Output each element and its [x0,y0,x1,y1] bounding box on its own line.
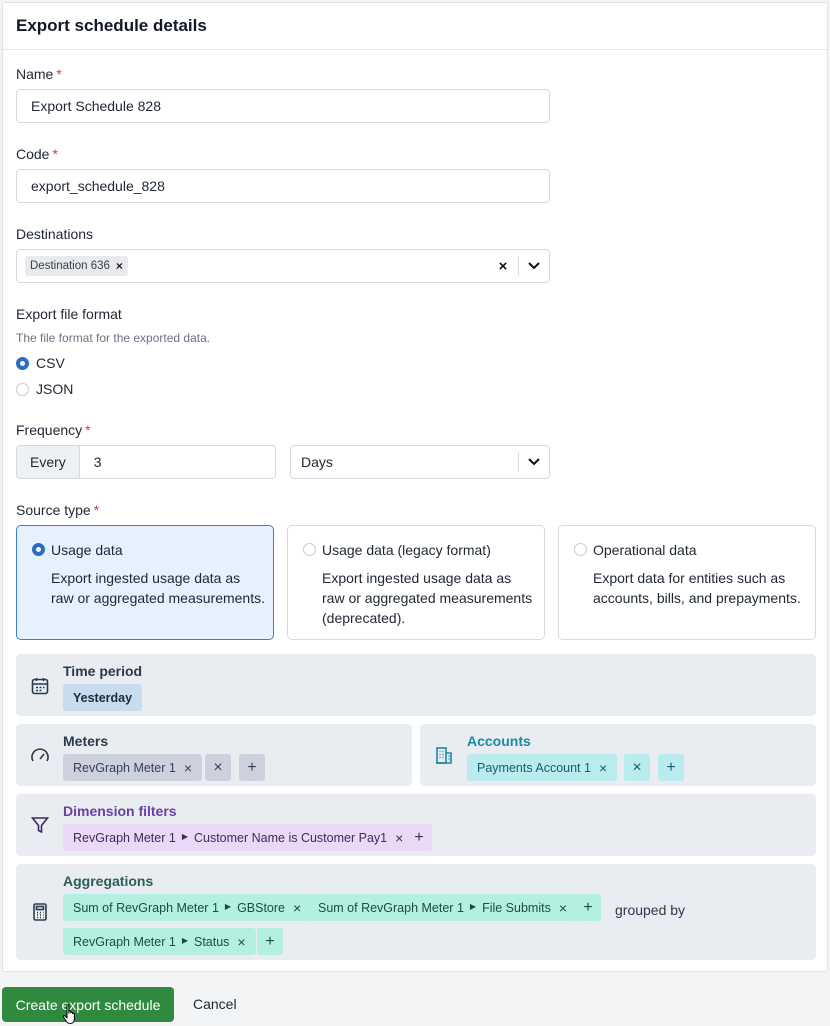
radio-unselected-icon[interactable] [303,543,316,556]
required-marker: * [85,422,91,438]
code-label: Code * [16,146,58,162]
code-input[interactable]: export_schedule_828 [16,169,550,203]
caret-right-icon: ▶ [181,832,188,841]
aggregation-chip[interactable]: Sum of RevGraph Meter 1 ▶ GBStore × [63,894,312,921]
select-controls [518,446,549,478]
account-chip[interactable]: Payments Account 1 × [467,754,618,781]
dimension-filters-title: Dimension filters [63,803,177,819]
add-dimension-filter-button[interactable]: + [406,824,432,851]
meter-chip[interactable]: RevGraph Meter 1 × [63,754,203,781]
remove-chip-icon[interactable]: × [395,830,403,846]
card-header: Export schedule details [3,3,827,50]
dimension-filter-chip[interactable]: RevGraph Meter 1 ▶ Customer Name is Custom… [63,824,414,851]
destination-chip: Destination 636 × [25,256,128,276]
select-controls: × [488,250,549,282]
file-format-label: Export file format [16,306,122,322]
add-aggregation-button[interactable]: + [575,894,601,921]
clear-accounts-button[interactable]: × [624,754,650,781]
filter-icon [30,815,50,840]
name-input[interactable]: Export Schedule 828 [16,89,550,123]
radio-selected-icon[interactable] [16,356,29,370]
time-period-title: Time period [63,663,143,679]
caret-right-icon: ▶ [181,936,188,945]
clear-meters-button[interactable]: × [205,754,231,781]
frequency-prefix: Every [17,446,80,478]
calendar-icon [30,676,50,701]
required-marker: * [56,66,62,82]
gauge-icon [30,746,50,771]
grouped-by-label: grouped by [615,902,686,918]
aggregation-chip[interactable]: Sum of RevGraph Meter 1 ▶ File Submits × [308,894,578,921]
source-option-usage-data[interactable]: Usage data Export ingested usage data as… [16,525,274,640]
create-export-schedule-button[interactable]: Create export schedule [2,987,174,1022]
radio-unselected-icon[interactable] [16,382,29,396]
time-period-panel[interactable]: Time period Yesterday [16,654,816,716]
radio-unselected-icon[interactable] [574,543,587,556]
remove-chip-icon[interactable]: × [184,760,192,776]
clear-icon[interactable]: × [488,258,518,275]
dimension-filters-panel: Dimension filters RevGraph Meter 1 ▶ Custo… [16,794,816,856]
accounts-panel: Accounts Payments Account 1 × × + [420,724,816,786]
card-title: Export schedule details [16,16,207,35]
group-by-chip[interactable]: RevGraph Meter 1 ▶ Status × [63,928,256,955]
radio-selected-icon[interactable] [32,543,45,556]
required-marker: * [52,146,58,162]
export-schedule-card: Export schedule details Name * Export Sch… [2,2,828,972]
frequency-value-input[interactable]: 3 [80,454,102,470]
radio-json[interactable]: JSON [16,381,73,397]
meters-panel: Meters RevGraph Meter 1 × × + [16,724,412,786]
caret-right-icon: ▶ [469,902,477,911]
source-option-operational[interactable]: Operational data Export data for entitie… [558,525,816,640]
chevron-down-icon[interactable] [519,458,549,466]
source-type-label: Source type * [16,502,100,518]
destinations-label: Destinations [16,226,94,242]
remove-chip-icon[interactable]: × [293,900,301,916]
frequency-input-group: Every 3 [16,445,276,479]
radio-csv[interactable]: CSV [16,355,65,371]
name-label: Name * [16,66,62,82]
destinations-select[interactable]: Destination 636 × × [16,249,550,283]
remove-chip-icon[interactable]: × [116,259,123,273]
remove-chip-icon[interactable]: × [237,934,245,950]
hand-cursor-icon [62,1004,75,1024]
cancel-button[interactable]: Cancel [193,996,237,1012]
aggregations-panel: Aggregations Sum of RevGraph Meter 1 ▶ GBS… [16,864,816,960]
remove-chip-icon[interactable]: × [559,900,567,916]
file-format-help: The file format for the exported data. [16,331,211,345]
accounts-title: Accounts [467,733,531,749]
add-meter-button[interactable]: + [239,754,265,781]
frequency-label: Frequency * [16,422,91,438]
calculator-icon [30,902,50,927]
time-period-chip[interactable]: Yesterday [63,684,143,711]
building-icon [434,745,454,770]
caret-right-icon: ▶ [224,902,232,911]
add-account-button[interactable]: + [658,754,684,781]
source-option-usage-legacy[interactable]: Usage data (legacy format) Export ingest… [287,525,545,640]
remove-chip-icon[interactable]: × [599,760,607,776]
required-marker: * [93,502,100,518]
chevron-down-icon[interactable] [519,262,549,270]
frequency-unit-select[interactable]: Days [290,445,550,479]
add-group-by-button[interactable]: + [257,928,283,955]
meters-title: Meters [63,733,109,749]
aggregations-title: Aggregations [63,873,154,889]
